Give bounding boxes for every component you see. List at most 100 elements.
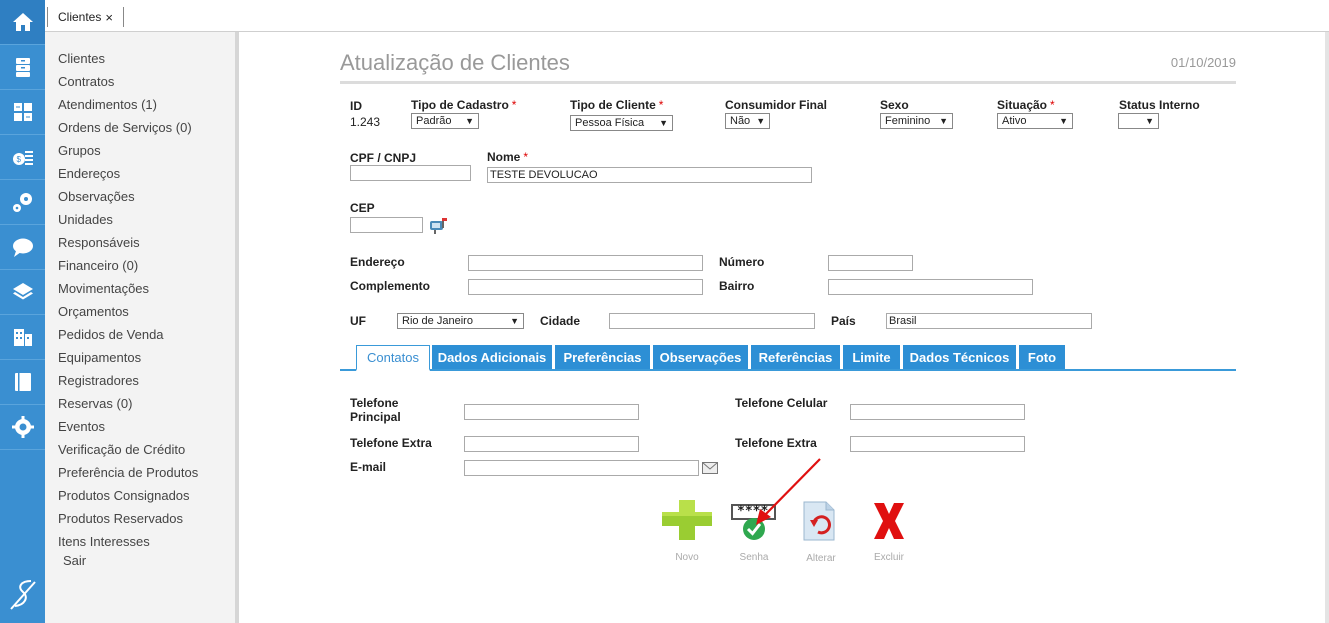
cep-input[interactable] — [350, 217, 423, 233]
scrollbar[interactable] — [1325, 32, 1329, 623]
rail-money-button[interactable]: $ — [0, 135, 45, 180]
status-interno-label: Status Interno — [1119, 98, 1200, 112]
sidebar-item[interactable]: Verificação de Crédito — [45, 438, 235, 461]
sidebar-item[interactable]: Clientes — [45, 47, 235, 70]
brand-logo-icon — [0, 575, 45, 615]
sidebar-item[interactable]: Itens Interesses — [45, 530, 235, 553]
rail-calculator-button[interactable] — [0, 90, 45, 135]
tipo-cadastro-select[interactable]: Padrão ▼ — [411, 113, 479, 129]
telefone-extra-2-label: Telefone Extra — [735, 436, 817, 450]
tipo-cadastro-label: Tipo de Cadastro * — [411, 98, 517, 112]
tab-preferencias[interactable]: Preferências — [555, 345, 650, 369]
numero-input[interactable] — [828, 255, 913, 271]
sidebar-item[interactable]: Financeiro (0) — [45, 254, 235, 277]
sidebar-item[interactable]: Unidades — [45, 208, 235, 231]
rail-archive-button[interactable] — [0, 45, 45, 90]
chat-icon — [12, 238, 33, 257]
sidebar: Clientes Contratos Atendimentos (1) Ordens … — [45, 32, 239, 623]
pais-label: País — [831, 314, 856, 328]
nome-input[interactable]: TESTE DEVOLUCAO — [487, 167, 812, 183]
consumidor-final-label: Consumidor Final — [725, 98, 827, 112]
chevron-down-icon: ▼ — [659, 118, 668, 128]
endereco-input[interactable] — [468, 255, 703, 271]
sidebar-item[interactable]: Grupos — [45, 139, 235, 162]
telefone-extra-input[interactable] — [464, 436, 639, 452]
close-icon[interactable]: × — [105, 10, 113, 25]
uf-select[interactable]: Rio de Janeiro ▼ — [397, 313, 524, 329]
rail-gears-button[interactable] — [0, 180, 45, 225]
page-date: 01/10/2019 — [1170, 55, 1236, 70]
sidebar-item[interactable]: Reservas (0) — [45, 392, 235, 415]
status-interno-select[interactable]: ▼ — [1118, 113, 1159, 129]
sidebar-item[interactable]: Responsáveis — [45, 231, 235, 254]
sidebar-item[interactable]: Preferência de Produtos — [45, 461, 235, 484]
tab-foto[interactable]: Foto — [1019, 345, 1065, 369]
delete-x-icon — [874, 503, 904, 539]
chevron-down-icon: ▼ — [939, 116, 948, 126]
tipo-cliente-label: Tipo de Cliente * — [570, 98, 664, 112]
sidebar-item[interactable]: Ordens de Serviços (0) — [45, 116, 235, 139]
sidebar-item[interactable]: Observações — [45, 185, 235, 208]
telefone-extra-2-input[interactable] — [850, 436, 1025, 452]
excluir-button[interactable] — [871, 500, 907, 542]
mailbox-search-icon[interactable] — [428, 215, 448, 235]
clientes-document-tab[interactable]: Clientes × — [47, 7, 124, 27]
cpf-cnpj-label: CPF / CNPJ — [350, 151, 417, 165]
tab-limite[interactable]: Limite — [843, 345, 900, 369]
telefone-principal-label: Telefone Principal — [350, 396, 401, 424]
rail-home-button[interactable] — [0, 0, 45, 45]
chevron-down-icon: ▼ — [756, 116, 766, 126]
sidebar-item[interactable]: Orçamentos — [45, 300, 235, 323]
doc-tab-label: Clientes — [58, 10, 102, 24]
sidebar-item[interactable]: Pedidos de Venda — [45, 323, 235, 346]
bairro-label: Bairro — [719, 279, 755, 293]
alterar-button[interactable] — [800, 500, 842, 542]
nome-label: Nome * — [487, 150, 529, 164]
svg-text:$: $ — [16, 155, 21, 164]
sidebar-item-sair[interactable]: Sair — [45, 551, 235, 571]
tipo-cliente-select[interactable]: Pessoa Física ▼ — [570, 115, 673, 131]
bairro-input[interactable] — [828, 279, 1033, 295]
tab-dados-tecnicos[interactable]: Dados Técnicos — [903, 345, 1016, 369]
sexo-select[interactable]: Feminino ▼ — [880, 113, 953, 129]
cpf-cnpj-input[interactable] — [350, 165, 471, 181]
sidebar-item[interactable]: Equipamentos — [45, 346, 235, 369]
novo-button[interactable] — [660, 498, 714, 542]
envelope-icon[interactable] — [702, 462, 718, 474]
telefone-celular-input[interactable] — [850, 404, 1025, 420]
tab-dados-adicionais[interactable]: Dados Adicionais — [432, 345, 552, 369]
novo-label: Novo — [675, 552, 699, 563]
document-tab-strip: Clientes × — [45, 0, 1329, 32]
excluir-label: Excluir — [873, 552, 904, 563]
rail-chat-button[interactable] — [0, 225, 45, 270]
rail-building-button[interactable] — [0, 315, 45, 360]
cidade-input[interactable] — [609, 313, 815, 329]
complemento-input[interactable] — [468, 279, 703, 295]
sidebar-item[interactable]: Atendimentos (1) — [45, 93, 235, 116]
sidebar-item[interactable]: Movimentações — [45, 277, 235, 300]
rail-layers-button[interactable] — [0, 270, 45, 315]
plus-icon — [662, 500, 712, 540]
pais-input[interactable]: Brasil — [886, 313, 1092, 329]
page-header: Atualização de Clientes 01/10/2019 — [340, 48, 1236, 84]
sidebar-item[interactable]: Produtos Consignados — [45, 484, 235, 507]
uf-label: UF — [350, 314, 366, 328]
email-input[interactable] — [464, 460, 699, 476]
chevron-down-icon: ▼ — [465, 116, 474, 126]
chevron-down-icon: ▼ — [510, 316, 519, 326]
consumidor-final-select[interactable]: Não ▼ — [725, 113, 770, 129]
tab-referencias[interactable]: Referências — [751, 345, 840, 369]
rail-settings-button[interactable] — [0, 405, 45, 450]
situacao-select[interactable]: Ativo ▼ — [997, 113, 1073, 129]
sidebar-item[interactable]: Contratos — [45, 70, 235, 93]
rail-book-button[interactable] — [0, 360, 45, 405]
tab-observacoes[interactable]: Observações — [653, 345, 748, 369]
sidebar-item[interactable]: Produtos Reservados — [45, 507, 235, 530]
tab-contatos[interactable]: Contatos — [356, 345, 430, 371]
sidebar-item[interactable]: Endereços — [45, 162, 235, 185]
gears-icon — [12, 193, 32, 212]
telefone-principal-input[interactable] — [464, 404, 639, 420]
senha-label: Senha — [739, 552, 769, 563]
sidebar-item[interactable]: Registradores — [45, 369, 235, 392]
sidebar-item[interactable]: Eventos — [45, 415, 235, 438]
